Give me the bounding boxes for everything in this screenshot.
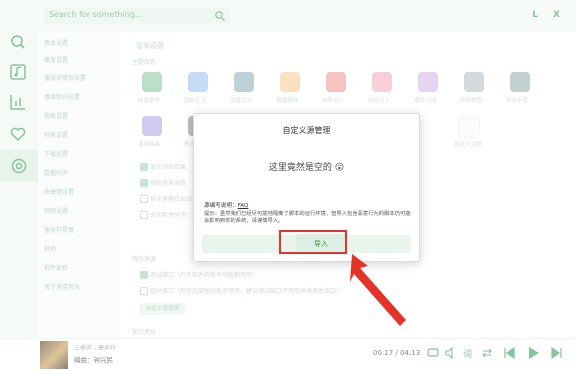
app-window: Search for something... L X 基本设置 播放设置 播放… <box>0 0 576 371</box>
faq-link[interactable]: FAQ <box>238 203 249 209</box>
help-line: 源编写说明：FAQ <box>204 201 248 209</box>
dialog-title: 自定义源管理 <box>282 126 331 135</box>
help-prefix: 源编写说明： <box>204 203 238 209</box>
warning-hint: 提示：虽然我们已经尽可能地隔离了脚本的运行环境，但导入包含恶意行为的脚本仍可能会… <box>204 211 411 224</box>
red-arrow-annotation <box>350 254 406 326</box>
empty-message: 这里竟然是空的 😮 <box>268 163 345 173</box>
highlight-box <box>279 230 347 254</box>
